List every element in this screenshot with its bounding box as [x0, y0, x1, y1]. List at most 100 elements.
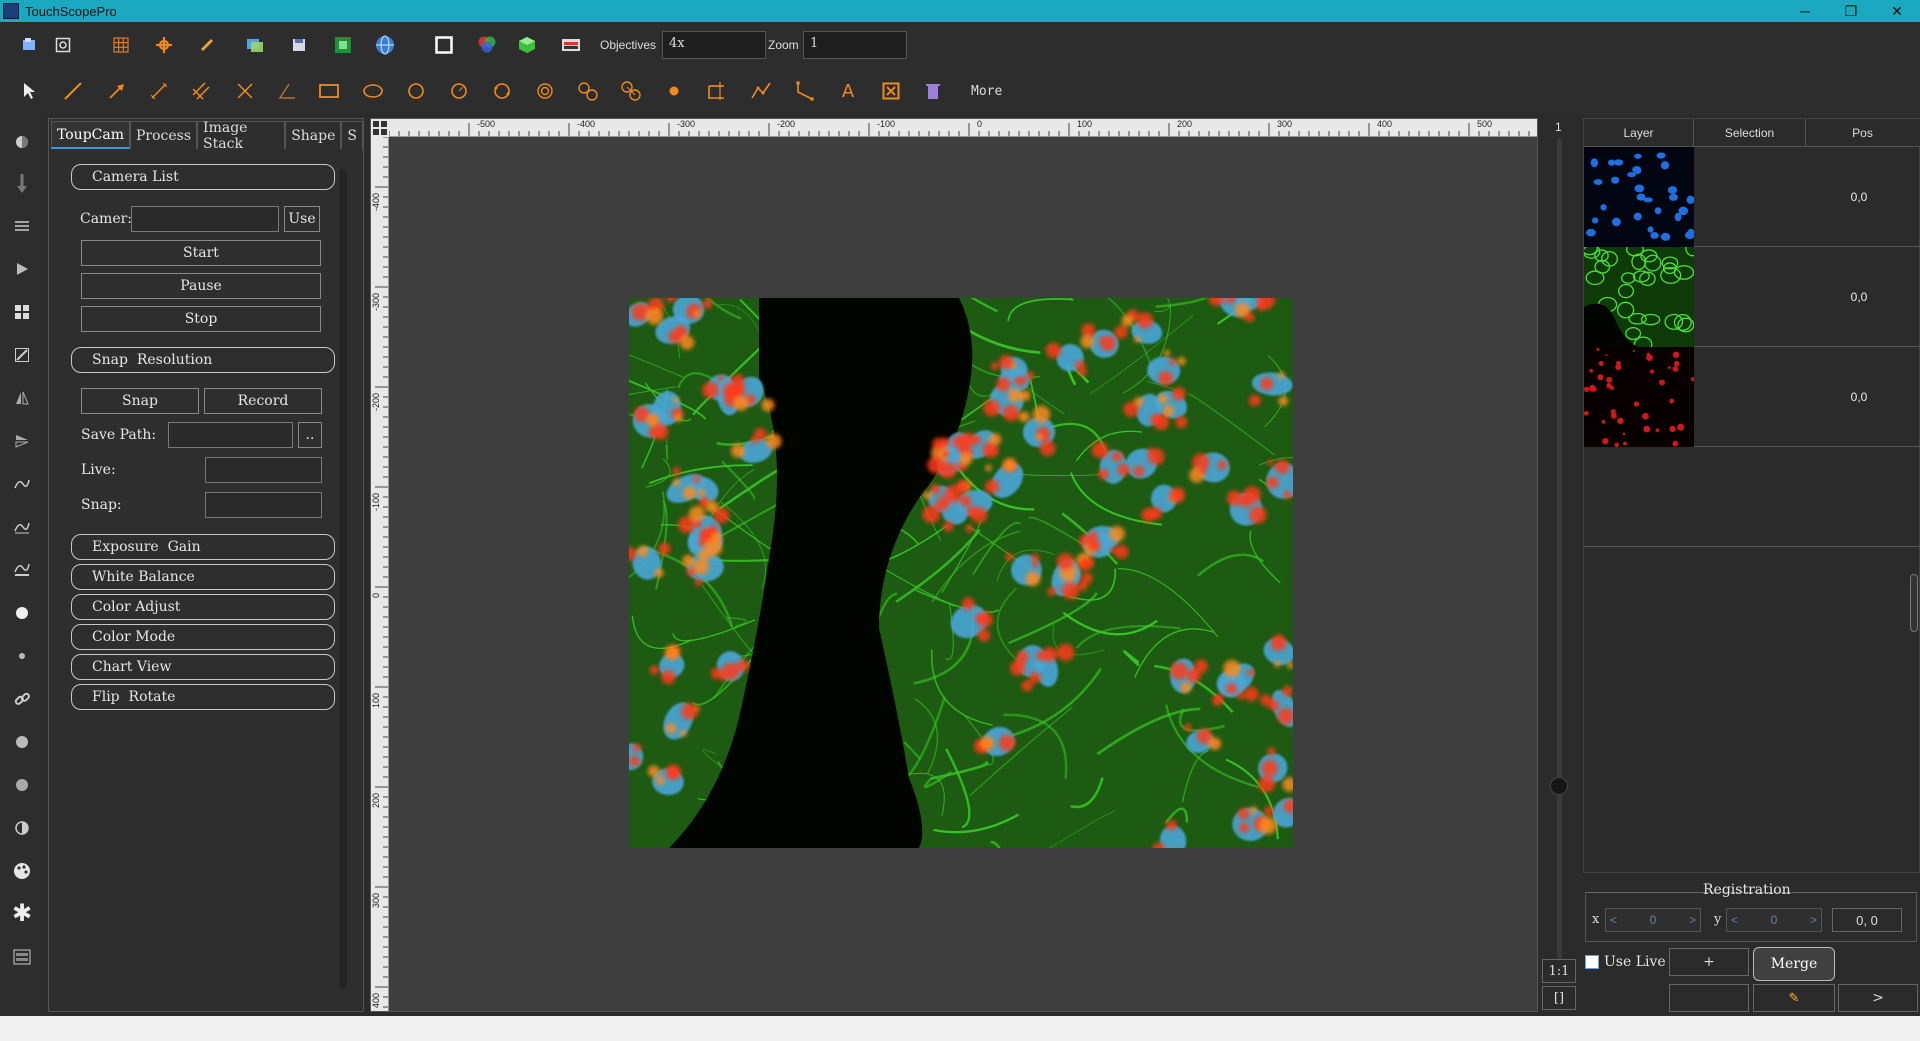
- spin-left-icon[interactable]: <: [1610, 913, 1617, 927]
- circle-distance-icon[interactable]: [620, 80, 642, 102]
- grey-sphere-2-icon[interactable]: [11, 774, 33, 796]
- save-path-field[interactable]: [168, 422, 293, 448]
- contrast-icon[interactable]: [11, 817, 33, 839]
- zoom-slider-track[interactable]: [1557, 138, 1562, 968]
- tab-shape[interactable]: Shape: [285, 121, 342, 149]
- objectives-input[interactable]: 4x: [662, 31, 766, 59]
- polyline-tool-icon[interactable]: [706, 80, 728, 102]
- more-tools-button[interactable]: More: [971, 84, 1002, 99]
- snap-resolution-button[interactable]: Snap Resolution: [71, 347, 335, 373]
- layers-window-icon[interactable]: [11, 946, 33, 968]
- use-live-checkbox[interactable]: [1585, 955, 1599, 969]
- brush-button[interactable]: ✎: [1753, 984, 1835, 1012]
- restore-button[interactable]: ❐: [1828, 0, 1874, 22]
- flip-horizontal-icon[interactable]: [11, 430, 33, 452]
- color-mode-button[interactable]: Color Mode: [71, 624, 335, 650]
- zoom-one-to-one-button[interactable]: 1:1: [1542, 959, 1576, 983]
- line-tool-icon[interactable]: [62, 80, 84, 102]
- tab-toupcam[interactable]: ToupCam: [51, 121, 130, 149]
- palette-icon[interactable]: [11, 860, 33, 882]
- add-layer-button[interactable]: +: [1669, 948, 1749, 976]
- link-icon[interactable]: [11, 688, 33, 710]
- chart-view-button[interactable]: Chart View: [71, 654, 335, 680]
- next-button[interactable]: >: [1838, 984, 1918, 1012]
- browse-path-button[interactable]: ..: [298, 422, 322, 448]
- brightness-icon[interactable]: [11, 131, 33, 153]
- layer-column-header[interactable]: Layer: [1584, 119, 1694, 147]
- exposure-gain-button[interactable]: Exposure Gain: [71, 534, 335, 560]
- spin-left-icon[interactable]: <: [1731, 913, 1738, 927]
- camera-device-icon[interactable]: [560, 34, 582, 56]
- point-tool-icon[interactable]: [663, 80, 685, 102]
- open-file-icon[interactable]: [18, 34, 40, 56]
- snap-resolution-field[interactable]: [205, 492, 322, 518]
- fullscreen-icon[interactable]: [332, 34, 354, 56]
- zoom-slider-handle[interactable]: [1550, 777, 1568, 795]
- dimension-line-icon[interactable]: [148, 80, 170, 102]
- perpendicular-icon[interactable]: [234, 80, 256, 102]
- white-balance-button[interactable]: White Balance: [71, 564, 335, 590]
- merge-button[interactable]: Merge: [1753, 947, 1835, 981]
- close-button[interactable]: ✕: [1874, 0, 1920, 22]
- asterisk-icon[interactable]: ✱: [11, 902, 33, 926]
- curve-adjust-2-icon[interactable]: [11, 516, 33, 538]
- minimize-button[interactable]: ─: [1782, 0, 1828, 22]
- settings-icon[interactable]: [52, 34, 74, 56]
- color-wheel-icon[interactable]: [476, 33, 498, 55]
- flip-vertical-icon[interactable]: [11, 387, 33, 409]
- stop-button[interactable]: Stop: [81, 306, 321, 332]
- curve-adjust-3-icon[interactable]: [11, 559, 33, 581]
- grid-icon[interactable]: [110, 34, 132, 56]
- layer-row-green[interactable]: 0,0: [1584, 247, 1920, 347]
- save-icon[interactable]: [288, 34, 310, 56]
- arc-three-point-icon[interactable]: [491, 80, 513, 102]
- camera-name-field[interactable]: [131, 206, 279, 232]
- tab-s[interactable]: S: [341, 121, 363, 149]
- delete-shape-icon[interactable]: [880, 80, 902, 102]
- selection-column-header[interactable]: Selection: [1694, 119, 1806, 147]
- grey-sphere-icon[interactable]: [11, 731, 33, 753]
- text-tool-icon[interactable]: A: [837, 80, 859, 102]
- white-sphere-icon[interactable]: [11, 602, 33, 624]
- arrow-tool-icon[interactable]: [106, 80, 128, 102]
- layer-row-blue[interactable]: 0,0: [1584, 147, 1920, 247]
- color-adjust-button[interactable]: Color Adjust: [71, 594, 335, 620]
- live-resolution-field[interactable]: [205, 457, 322, 483]
- play-icon[interactable]: [11, 258, 33, 280]
- two-circles-icon[interactable]: [577, 80, 599, 102]
- tiles-icon[interactable]: [11, 301, 33, 323]
- sliders-icon[interactable]: [11, 215, 33, 237]
- left-panel-scrollbar[interactable]: [339, 169, 347, 989]
- tab-image-stack[interactable]: Image Stack: [197, 120, 286, 152]
- zoom-input[interactable]: 1: [803, 31, 907, 59]
- image-overlay-icon[interactable]: [244, 34, 266, 56]
- edit-image-icon[interactable]: [11, 344, 33, 366]
- use-camera-button[interactable]: Use: [284, 206, 320, 232]
- white-frame-icon[interactable]: [433, 34, 455, 56]
- pos-column-header[interactable]: Pos: [1806, 119, 1919, 147]
- spin-right-icon[interactable]: >: [1689, 913, 1696, 927]
- angle-icon[interactable]: [276, 80, 298, 102]
- microscope-image[interactable]: [629, 298, 1293, 848]
- ellipse-tool-icon[interactable]: [362, 80, 384, 102]
- registration-y-spinbox[interactable]: <0 >: [1726, 908, 1822, 932]
- crosshair-move-icon[interactable]: [153, 34, 175, 56]
- blank-control-button[interactable]: [1669, 984, 1749, 1012]
- snap-button[interactable]: Snap: [81, 388, 199, 414]
- curve-tool-icon[interactable]: [750, 80, 772, 102]
- layers-scrollbar[interactable]: [1910, 574, 1918, 632]
- pencil-icon[interactable]: [196, 34, 218, 56]
- tab-process[interactable]: Process: [130, 121, 198, 149]
- small-dot-icon[interactable]: [11, 645, 33, 667]
- record-button[interactable]: Record: [204, 388, 322, 414]
- spin-right-icon[interactable]: >: [1810, 913, 1817, 927]
- rectangle-tool-icon[interactable]: [318, 80, 340, 102]
- cube-icon[interactable]: [516, 34, 538, 56]
- registration-x-spinbox[interactable]: <0 >: [1605, 908, 1701, 932]
- pause-button[interactable]: Pause: [81, 273, 321, 299]
- parallel-lines-icon[interactable]: [190, 80, 212, 102]
- pointer-icon[interactable]: [18, 80, 40, 102]
- layer-row-red[interactable]: 0,0: [1584, 347, 1920, 447]
- start-button[interactable]: Start: [81, 240, 321, 266]
- circle-tool-icon[interactable]: [405, 80, 427, 102]
